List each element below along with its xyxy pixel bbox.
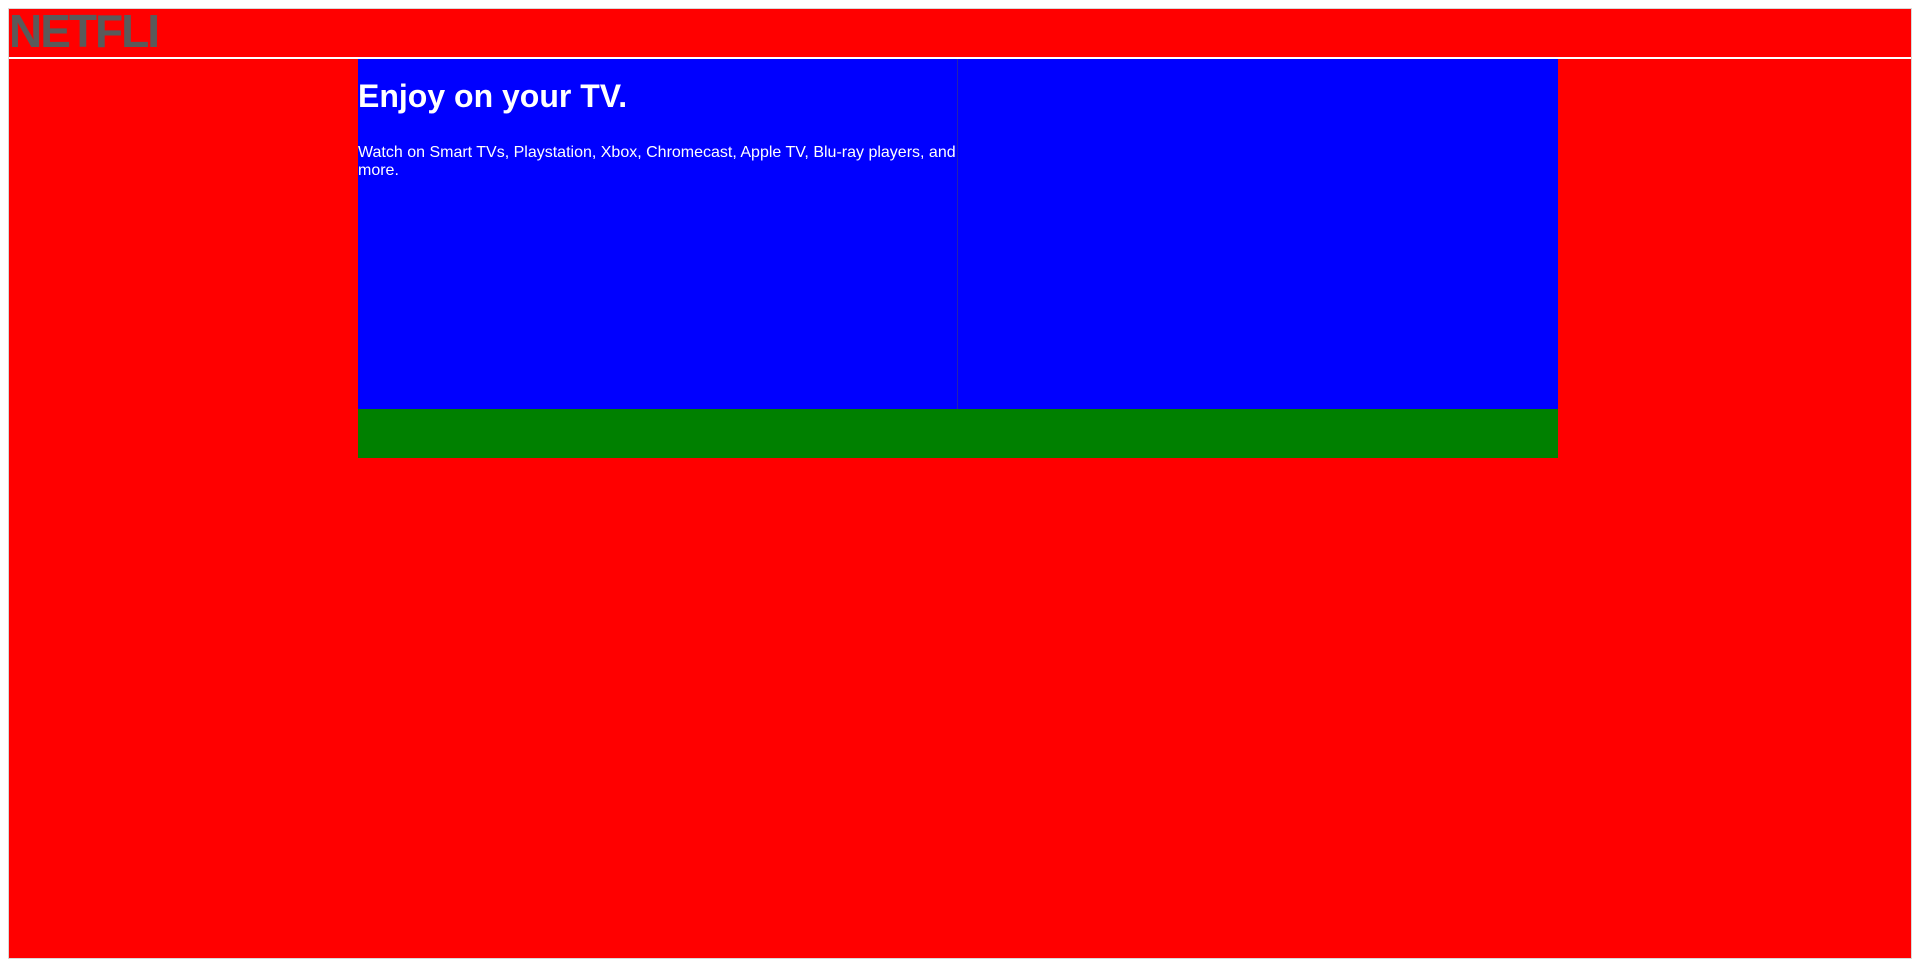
page-root: NETFLIX Enjoy on your TV. Watch on Smart… [8,8,1912,959]
header: NETFLIX [9,9,1911,59]
hero-title: Enjoy on your TV. [358,78,628,114]
svg-text:NETFLIX: NETFLIX [9,9,159,51]
netflix-logo[interactable]: NETFLIX [9,9,159,51]
hero-image-panel [958,59,1558,409]
hero-description: Watch on Smart TVs, Playstation, Xbox, C… [358,144,956,180]
hero-text-panel: Enjoy on your TV. Watch on Smart TVs, Pl… [358,59,958,409]
green-strip [358,409,1558,458]
hero-section: Enjoy on your TV. Watch on Smart TVs, Pl… [358,59,1558,409]
